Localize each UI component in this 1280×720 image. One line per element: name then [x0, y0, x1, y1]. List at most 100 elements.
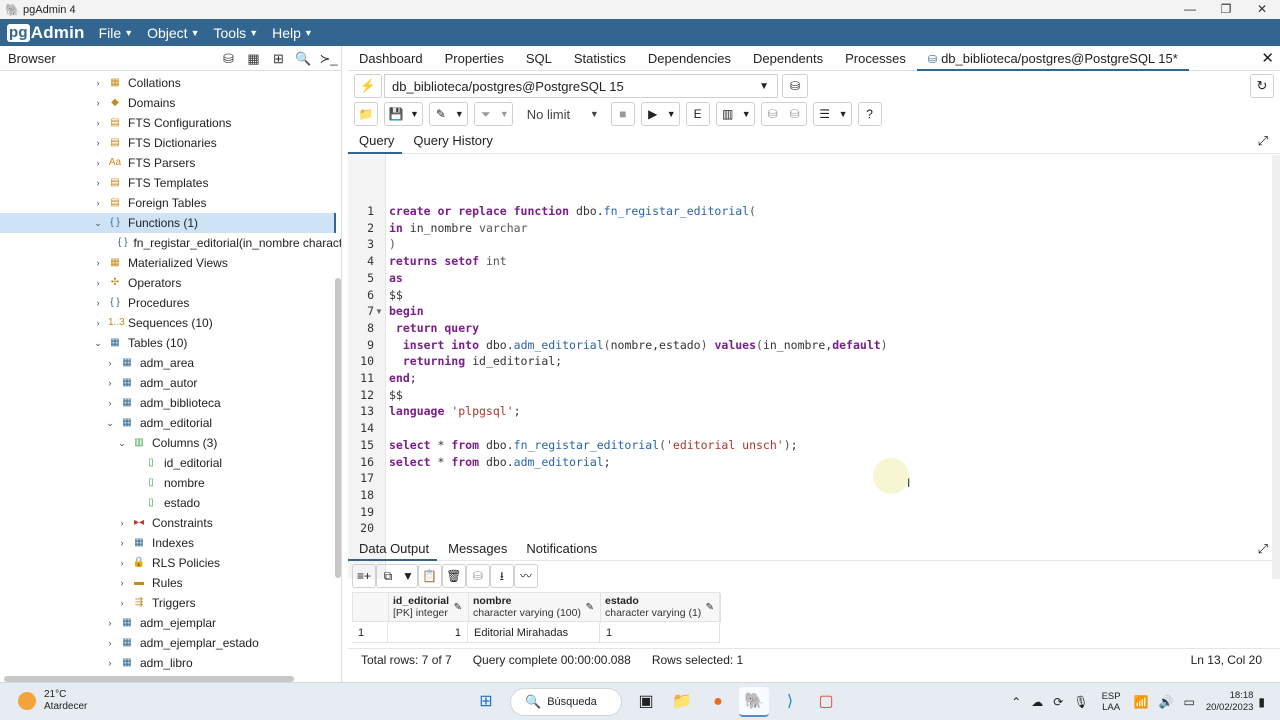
filter-table-icon[interactable]: ⊞: [266, 46, 291, 71]
tree-item[interactable]: › ▤ FTS Configurations: [0, 113, 336, 133]
tree-item[interactable]: ▯ id_editorial: [0, 453, 336, 473]
execute-play-icon[interactable]: ▶: [642, 103, 664, 125]
row-limit-select[interactable]: No limit ▼: [519, 107, 607, 122]
chevron-right-icon[interactable]: ›: [116, 578, 128, 588]
chevron-right-icon[interactable]: ›: [92, 118, 104, 128]
add-row-icon[interactable]: ≡+: [353, 565, 375, 587]
expand-icon[interactable]: ⤢: [1258, 541, 1268, 557]
chevron-right-icon[interactable]: ›: [92, 178, 104, 188]
rollback-icon[interactable]: ⛁: [784, 103, 806, 125]
taskbar-search[interactable]: 🔍 Búsqueda: [510, 688, 622, 716]
tree-item[interactable]: › ✣ Operators: [0, 273, 336, 293]
chevron-right-icon[interactable]: ›: [92, 278, 104, 288]
close-tab-icon[interactable]: ✕: [1261, 46, 1274, 71]
chevron-down-icon[interactable]: ⌄: [104, 418, 116, 429]
save-data-icon[interactable]: ⛁: [467, 565, 489, 587]
copy-icon[interactable]: ⧉: [377, 565, 399, 587]
chevron-right-icon[interactable]: ›: [92, 318, 104, 328]
language-indicator[interactable]: ESP LAA: [1102, 691, 1121, 713]
menu-object[interactable]: Object ▼: [147, 25, 199, 41]
tree-item[interactable]: › ▬ Rules: [0, 573, 336, 593]
tab-statistics[interactable]: Statistics: [563, 46, 637, 71]
chevron-right-icon[interactable]: ›: [104, 638, 116, 648]
menu-file[interactable]: File ▼: [99, 25, 133, 41]
chevron-down-icon[interactable]: ⌄: [92, 338, 104, 349]
edit-pen-icon[interactable]: ✎: [586, 602, 594, 613]
tree-item[interactable]: › ◆ Domains: [0, 93, 336, 113]
chevron-right-icon[interactable]: ›: [116, 558, 128, 568]
tree-item[interactable]: › ▦ adm_biblioteca: [0, 393, 336, 413]
tree-item[interactable]: ▯ nombre: [0, 473, 336, 493]
chevron-down-icon[interactable]: ⌄: [92, 218, 104, 229]
tree-item[interactable]: › Aa FTS Parsers: [0, 153, 336, 173]
chevron-right-icon[interactable]: ›: [104, 378, 116, 388]
maximize-button[interactable]: ❐: [1208, 0, 1244, 19]
tree-item[interactable]: › ▦ Materialized Views: [0, 253, 336, 273]
column-header[interactable]: id_editorial [PK] integer ✎: [389, 593, 469, 623]
delete-icon[interactable]: 🗑: [443, 565, 465, 587]
tree-item[interactable]: › 1..3 Sequences (10): [0, 313, 336, 333]
explain-options-chevron-icon[interactable]: ▼: [739, 103, 754, 125]
download-icon[interactable]: ⭳: [491, 565, 513, 587]
tab-dependents[interactable]: Dependents: [742, 46, 834, 71]
tree-item[interactable]: › ▦ adm_autor: [0, 373, 336, 393]
column-header[interactable]: nombre character varying (100) ✎: [469, 593, 601, 623]
tab-properties[interactable]: Properties: [434, 46, 515, 71]
chevron-right-icon[interactable]: ›: [116, 598, 128, 608]
connection-status-icon[interactable]: ⚡: [354, 74, 382, 98]
tab-dashboard[interactable]: Dashboard: [348, 46, 434, 71]
table-cell[interactable]: Editorial Mirahadas: [468, 623, 600, 643]
connection-select[interactable]: db_biblioteca/postgres@PostgreSQL 15 ▼: [384, 74, 778, 98]
chevron-right-icon[interactable]: ›: [116, 518, 128, 528]
open-file-icon[interactable]: 📁: [355, 103, 377, 125]
reset-layout-icon[interactable]: ↻: [1250, 74, 1274, 98]
tab-processes[interactable]: Processes: [834, 46, 917, 71]
chevron-right-icon[interactable]: ›: [104, 658, 116, 668]
row-number[interactable]: 1: [352, 623, 388, 643]
battery-icon[interactable]: ▭: [1184, 695, 1195, 709]
edit-pen-icon[interactable]: ✎: [454, 602, 462, 613]
filter-icon[interactable]: ⏷: [475, 103, 497, 125]
commit-icon[interactable]: ⛁: [762, 103, 784, 125]
paste-icon[interactable]: 📋: [419, 565, 441, 587]
tab-query-history[interactable]: Query History: [402, 128, 500, 154]
copy-options-chevron-icon[interactable]: ▼: [399, 565, 417, 587]
save-options-chevron-icon[interactable]: ▼: [407, 103, 422, 125]
column-header[interactable]: estado character varying (1) ✎: [601, 593, 721, 623]
chevron-right-icon[interactable]: ›: [92, 138, 104, 148]
browser-vertical-scrollbar[interactable]: [335, 278, 341, 578]
tree-item[interactable]: ⌄ ▦ adm_editorial: [0, 413, 336, 433]
macros-chevron-icon[interactable]: ▼: [836, 103, 851, 125]
tree-item[interactable]: › ▦ Indexes: [0, 533, 336, 553]
search-icon[interactable]: 🔍: [291, 46, 316, 71]
help-icon[interactable]: ?: [859, 103, 881, 125]
tab-query[interactable]: Query: [348, 128, 403, 154]
chevron-up-icon[interactable]: ⌃: [1011, 695, 1021, 709]
tree-item[interactable]: › ▦ adm_ejemplar_estado: [0, 633, 336, 653]
table-cell[interactable]: 1: [600, 623, 720, 643]
new-connection-icon[interactable]: ⛁: [782, 74, 808, 98]
tab-messages[interactable]: Messages: [437, 537, 515, 561]
sql-editor[interactable]: 1 2 3 4 5 6 7 8 9 10 11 12 13 14 15 16 17 18 19 20 ▼ create …: [348, 155, 1272, 579]
chevron-right-icon[interactable]: ›: [92, 78, 104, 88]
stop-icon[interactable]: ■: [612, 103, 634, 125]
weather-widget[interactable]: 21°C Atardecer: [18, 689, 87, 713]
tree-item[interactable]: › ▦ Collations: [0, 73, 336, 93]
explain-analyze-icon[interactable]: ▥: [717, 103, 739, 125]
tab-dependencies[interactable]: Dependencies: [637, 46, 742, 71]
fold-chevron-icon[interactable]: ▼: [375, 303, 383, 320]
screen-recorder-icon[interactable]: ▢: [811, 687, 841, 717]
tree-item[interactable]: › ▤ FTS Templates: [0, 173, 336, 193]
chevron-right-icon[interactable]: ›: [92, 258, 104, 268]
edit-pen-icon[interactable]: ✎: [430, 103, 452, 125]
tree-item[interactable]: › 🔒 RLS Policies: [0, 553, 336, 573]
chevron-down-icon[interactable]: ⌄: [116, 438, 128, 449]
tab-sql[interactable]: SQL: [515, 46, 563, 71]
chevron-right-icon[interactable]: ›: [92, 198, 104, 208]
tree-item[interactable]: › ▸◂ Constraints: [0, 513, 336, 533]
tree-item[interactable]: › ▦ adm_libro: [0, 653, 336, 673]
minimize-button[interactable]: —: [1172, 0, 1208, 19]
edit-pen-icon[interactable]: ✎: [706, 602, 714, 613]
edit-options-chevron-icon[interactable]: ▼: [452, 103, 467, 125]
task-view-icon[interactable]: ▣: [631, 687, 661, 717]
